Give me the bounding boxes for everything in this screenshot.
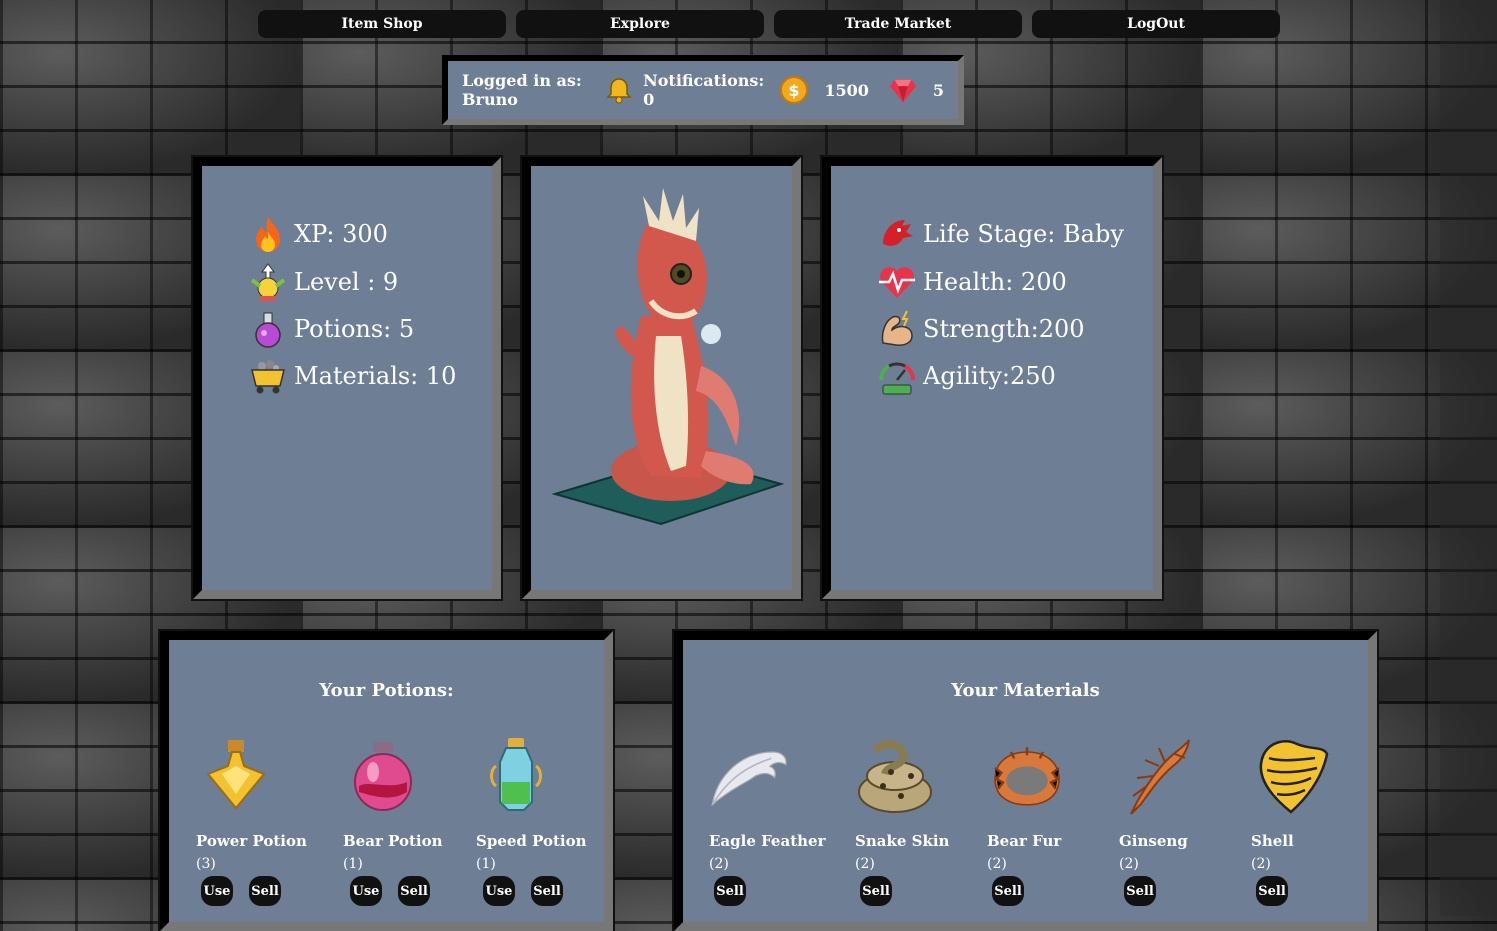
- fire-icon: [248, 214, 288, 254]
- item-name: Speed Potion: [476, 832, 587, 850]
- heart-rate-icon: [877, 262, 917, 302]
- mine-cart-icon: [248, 356, 288, 396]
- svg-text:$: $: [789, 81, 800, 100]
- potion-item: Speed Potion (1) Use Sell: [476, 736, 587, 906]
- material-item: Bear Fur (2) Sell: [987, 736, 1067, 906]
- item-name: Shell: [1251, 832, 1294, 850]
- trade-market-button[interactable]: Trade Market: [774, 10, 1022, 38]
- sell-button[interactable]: Sell: [860, 876, 892, 906]
- coins-count: 1500: [824, 80, 869, 100]
- level-stat: Level : 9: [248, 262, 398, 302]
- item-qty: (1): [476, 856, 496, 872]
- potion-item: Bear Potion (1) Use Sell: [343, 736, 443, 906]
- materials-panel: Your Materials Eagle Feather (2) Sell Sn…: [672, 629, 1379, 931]
- potions-stat: Potions: 5: [248, 309, 414, 349]
- speed-potion-icon: [490, 738, 542, 811]
- use-button[interactable]: Use: [201, 876, 233, 906]
- sell-button[interactable]: Sell: [249, 876, 281, 906]
- top-nav: Item Shop Explore Trade Market LogOut: [258, 10, 1280, 38]
- sell-button[interactable]: Sell: [1256, 876, 1288, 906]
- materials-stat: Materials: 10: [248, 356, 456, 396]
- item-name: Bear Potion: [343, 832, 443, 850]
- sell-button[interactable]: Sell: [398, 876, 430, 906]
- health-value: Health: 200: [923, 268, 1067, 296]
- stats-panel: XP: 300 Level : 9 Potions: 5 Materials: …: [191, 155, 503, 601]
- item-qty: (2): [1251, 856, 1271, 872]
- bear-fur-icon: [994, 747, 1060, 806]
- item-qty: (1): [343, 856, 363, 872]
- dragon-panel: [520, 155, 803, 601]
- item-shop-button[interactable]: Item Shop: [258, 10, 506, 38]
- use-button[interactable]: Use: [483, 876, 515, 906]
- item-qty: (2): [1119, 856, 1139, 872]
- shell-icon: [1259, 740, 1329, 814]
- background-shade: [1440, 0, 1497, 916]
- potion-flask-icon: [248, 309, 288, 349]
- gem-icon: [889, 76, 917, 104]
- snake-skin-icon: [858, 740, 932, 813]
- use-button[interactable]: Use: [350, 876, 382, 906]
- item-qty: (2): [855, 856, 875, 872]
- health-stat: Health: 200: [877, 262, 1067, 302]
- xp-stat: XP: 300: [248, 214, 388, 254]
- potions-title: Your Potions:: [319, 680, 454, 701]
- status-bar: Logged in as: Bruno Notifications: 0 $ 1…: [442, 55, 964, 125]
- power-potion-icon: [206, 740, 266, 810]
- dragon-head-icon: [877, 214, 917, 254]
- gems-count: 5: [932, 80, 944, 100]
- item-name: Snake Skin: [855, 832, 950, 850]
- life-stage-stat: Life Stage: Baby: [877, 214, 1124, 254]
- explore-button[interactable]: Explore: [516, 10, 764, 38]
- eagle-feather-icon: [711, 751, 787, 807]
- ginseng-icon: [1130, 739, 1190, 815]
- bear-potion-icon: [354, 742, 412, 811]
- sell-button[interactable]: Sell: [531, 876, 563, 906]
- logout-button[interactable]: LogOut: [1032, 10, 1280, 38]
- sell-button[interactable]: Sell: [1124, 876, 1156, 906]
- materials-title: Your Materials: [951, 680, 1100, 701]
- item-name: Ginseng: [1119, 832, 1188, 850]
- material-item: Snake Skin (2) Sell: [855, 736, 949, 906]
- material-item: Ginseng (2) Sell: [1119, 736, 1199, 906]
- materials-value: Materials: 10: [294, 362, 457, 390]
- sell-button[interactable]: Sell: [992, 876, 1024, 906]
- material-item: Eagle Feather (2) Sell: [709, 736, 825, 906]
- life-panel: Life Stage: Baby Health: 200 Strength:20…: [820, 155, 1164, 601]
- baby-dragon-image: [551, 188, 785, 526]
- xp-value: XP: 300: [294, 220, 388, 248]
- potion-item: Power Potion (3) Use Sell: [196, 736, 307, 906]
- logged-in-label: Logged in as: Bruno: [462, 71, 582, 109]
- item-name: Bear Fur: [987, 832, 1062, 850]
- level-up-icon: [248, 262, 288, 302]
- speedometer-icon: [877, 356, 917, 396]
- bell-icon[interactable]: [605, 76, 633, 104]
- life-stage-value: Life Stage: Baby: [923, 220, 1124, 248]
- notifications-label[interactable]: Notifications: 0: [643, 71, 764, 109]
- item-name: Eagle Feather: [709, 832, 826, 850]
- level-value: Level : 9: [294, 268, 399, 296]
- agility-stat: Agility:250: [877, 356, 1056, 396]
- item-name: Power Potion: [196, 832, 307, 850]
- material-item: Shell (2) Sell: [1251, 736, 1331, 906]
- strength-value: Strength:200: [923, 315, 1085, 343]
- potions-panel: Your Potions: Power Potion (3) Use Sell …: [158, 629, 615, 931]
- agility-value: Agility:250: [923, 362, 1056, 390]
- strength-stat: Strength:200: [877, 309, 1085, 349]
- item-qty: (2): [987, 856, 1007, 872]
- potions-value: Potions: 5: [294, 315, 415, 343]
- sell-button[interactable]: Sell: [714, 876, 746, 906]
- coin-icon: $: [780, 76, 809, 104]
- item-qty: (3): [196, 856, 216, 872]
- flexed-arm-icon: [877, 309, 917, 349]
- item-qty: (2): [709, 856, 729, 872]
